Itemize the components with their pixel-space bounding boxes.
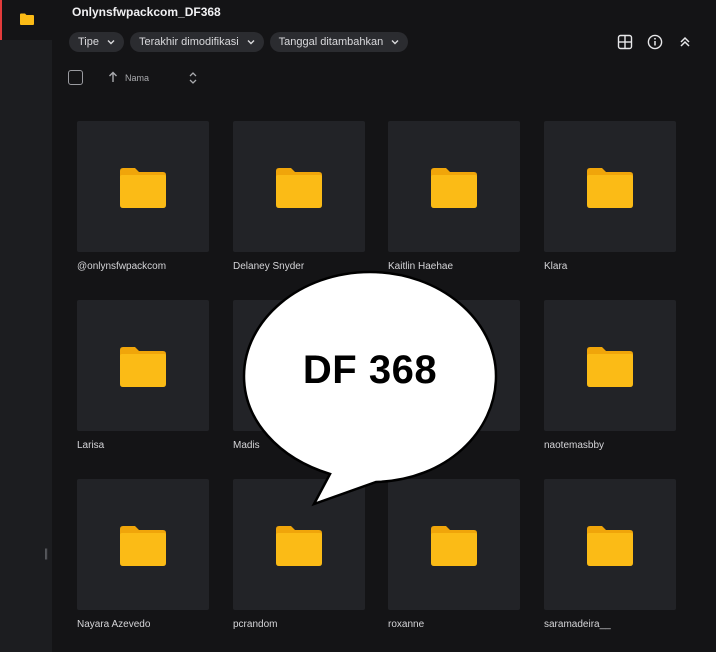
speech-bubble-overlay: DF 368 — [240, 268, 500, 508]
folder-thumbnail — [544, 121, 676, 252]
resize-handle[interactable]: || — [44, 546, 48, 560]
folder-tile[interactable]: naotemasbby — [544, 300, 676, 451]
info-icon[interactable] — [646, 33, 664, 51]
folder-icon — [431, 167, 477, 208]
chevron-down-icon — [391, 40, 399, 45]
arrow-up-icon[interactable] — [108, 71, 118, 83]
folder-thumbnail — [388, 121, 520, 252]
sort-toggle-icon[interactable] — [188, 71, 198, 85]
page-title: Onlynsfwpackcom_DF368 — [72, 5, 221, 19]
folder-icon — [587, 167, 633, 208]
folder-tile[interactable]: Delaney Snyder — [233, 121, 365, 272]
folder-tile[interactable]: Nayara Azevedo — [77, 479, 209, 630]
grid-view-icon[interactable] — [616, 33, 634, 51]
select-all-checkbox[interactable] — [68, 70, 83, 85]
filter-modified-chip[interactable]: Terakhir dimodifikasi — [130, 32, 264, 52]
overlay-text: DF 368 — [302, 348, 438, 392]
filter-label: Tipe — [78, 36, 99, 48]
sort-label[interactable]: Nama — [125, 73, 149, 83]
sort-bar: Nama — [68, 70, 208, 90]
filter-type-chip[interactable]: Tipe — [69, 32, 124, 52]
folder-thumbnail — [77, 300, 209, 431]
folder-name: Larisa — [77, 440, 105, 451]
folder-name: roxanne — [388, 619, 425, 630]
folder-icon — [587, 525, 633, 566]
filter-added-chip[interactable]: Tanggal ditambahkan — [269, 32, 409, 52]
folder-icon — [276, 525, 322, 566]
view-toolbar — [616, 33, 694, 51]
folder-thumbnail — [233, 121, 365, 252]
folder-tile[interactable]: Klara — [544, 121, 676, 272]
chevron-down-icon — [107, 40, 115, 45]
folder-tile[interactable]: @onlynsfwpackcom — [77, 121, 209, 272]
folder-name: saramadeira__ — [544, 619, 611, 630]
filter-label: Tanggal ditambahkan — [278, 36, 384, 48]
folder-tile[interactable]: saramadeira__ — [544, 479, 676, 630]
folder-icon — [20, 13, 34, 25]
folder-icon — [587, 346, 633, 387]
folder-icon — [120, 346, 166, 387]
filter-bar: Tipe Terakhir dimodifikasi Tanggal ditam… — [69, 32, 409, 52]
navigation-rail: || — [0, 0, 52, 652]
folder-tile[interactable]: Larisa — [77, 300, 209, 451]
folder-thumbnail — [544, 300, 676, 431]
chevron-down-icon — [247, 40, 255, 45]
folder-name: Nayara Azevedo — [77, 619, 151, 630]
folder-name: naotemasbby — [544, 440, 605, 451]
folder-icon — [120, 167, 166, 208]
rail-item-files[interactable] — [0, 0, 52, 40]
folder-thumbnail — [544, 479, 676, 610]
folder-name: Klara — [544, 261, 568, 272]
folder-thumbnail — [77, 479, 209, 610]
folder-icon — [431, 525, 477, 566]
folder-tile[interactable]: Kaitlin Haehae — [388, 121, 520, 272]
folder-icon — [120, 525, 166, 566]
collapse-icon[interactable] — [676, 33, 694, 51]
folder-name: @onlynsfwpackcom — [77, 261, 167, 272]
folder-thumbnail — [77, 121, 209, 252]
filter-label: Terakhir dimodifikasi — [139, 36, 239, 48]
folder-icon — [276, 167, 322, 208]
folder-name: pcrandom — [233, 619, 278, 630]
